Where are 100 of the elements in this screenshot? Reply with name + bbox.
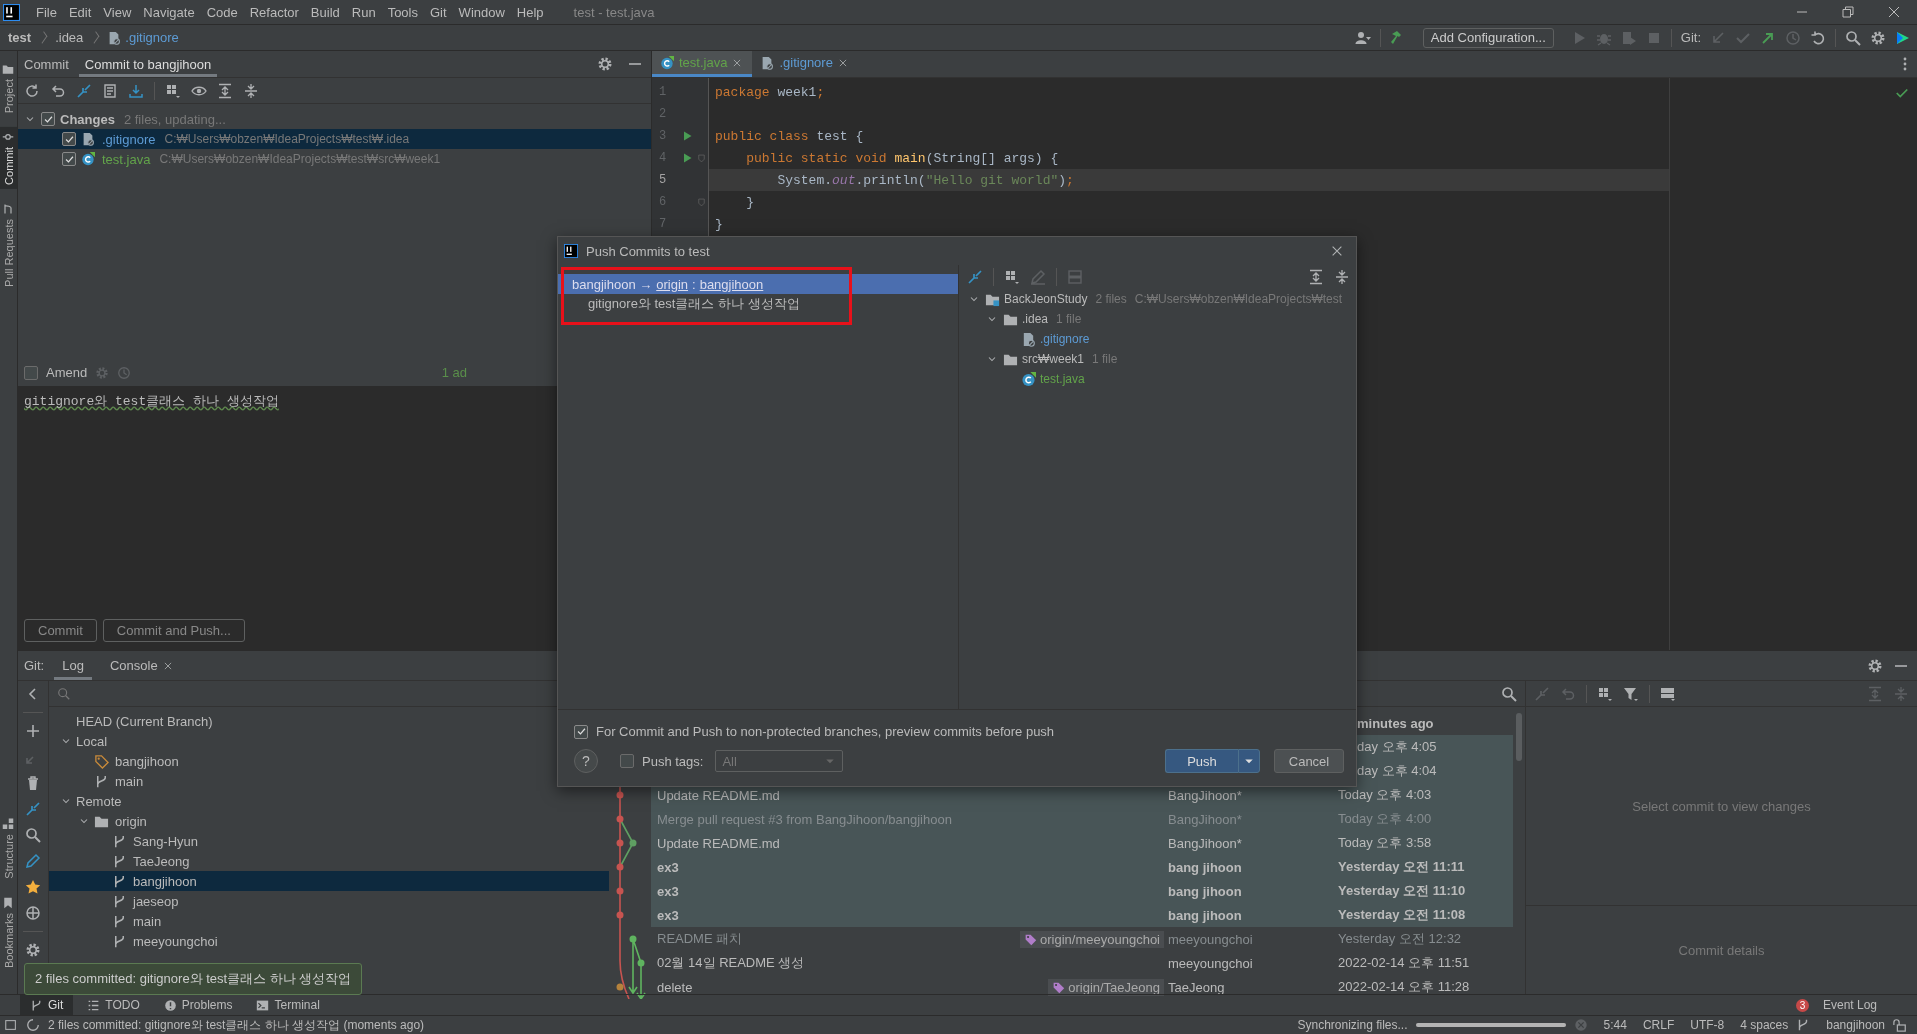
- branch-item[interactable]: meeyoungchoi: [49, 931, 228, 951]
- panel-toggle-icon[interactable]: [4, 1018, 18, 1032]
- menu-item[interactable]: Navigate: [137, 4, 201, 20]
- event-log-button[interactable]: Event Log: [1812, 995, 1887, 1015]
- commit-subject[interactable]: ex3: [657, 907, 679, 923]
- expand-all-icon[interactable]: [1308, 269, 1324, 285]
- menu-item[interactable]: Refactor: [243, 4, 305, 20]
- lock-icon[interactable]: [1893, 1018, 1907, 1032]
- branch-item[interactable]: TaeJeong: [49, 851, 200, 871]
- menu-item[interactable]: File: [30, 4, 63, 20]
- breadcrumb-item[interactable]: .gitignore: [125, 30, 179, 45]
- add-icon[interactable]: [25, 723, 41, 739]
- branch-link[interactable]: bangjihoon: [699, 276, 764, 292]
- menu-item[interactable]: Build: [304, 4, 346, 20]
- side-tab[interactable]: Structure: [0, 814, 17, 883]
- diff-icon[interactable]: [102, 82, 118, 99]
- fetch-icon[interactable]: [76, 82, 92, 99]
- commit-button[interactable]: Commit and Push...: [102, 619, 245, 642]
- remote-folder[interactable]: origin: [49, 811, 157, 831]
- commit-subject[interactable]: Update README.md: [657, 787, 780, 803]
- rollback-icon[interactable]: [1810, 29, 1826, 46]
- collapse-all-icon[interactable]: [243, 82, 259, 99]
- settings-icon[interactable]: [25, 942, 41, 958]
- fetch-icon[interactable]: [967, 269, 983, 285]
- tool-window-tab[interactable]: Git: [20, 995, 74, 1015]
- amend-checkbox[interactable]: [24, 365, 38, 380]
- branch-item[interactable]: bangjihoon: [49, 871, 609, 891]
- push-button[interactable]: Push: [1165, 749, 1238, 773]
- breadcrumb-item[interactable]: test: [8, 30, 32, 45]
- status-item[interactable]: 5:44: [1603, 1018, 1627, 1032]
- edit-icon[interactable]: [25, 853, 41, 869]
- group-by-icon[interactable]: [1597, 685, 1613, 702]
- checkbox[interactable]: [62, 152, 76, 166]
- settings-icon[interactable]: [597, 56, 613, 72]
- breadcrumb-item[interactable]: .idea: [55, 30, 84, 45]
- menu-item[interactable]: Tools: [381, 4, 424, 20]
- menu-item[interactable]: Window: [452, 4, 511, 20]
- close-icon[interactable]: [837, 57, 848, 68]
- search-icon[interactable]: [1501, 685, 1517, 702]
- panel-tab[interactable]: Commit to bangjihoon: [78, 51, 218, 77]
- rollback-icon[interactable]: [50, 82, 66, 99]
- close-icon[interactable]: [732, 57, 743, 68]
- file-tree-row[interactable]: .gitignore: [959, 329, 1356, 349]
- configuration-button[interactable]: Add Configuration...: [1422, 27, 1554, 48]
- close-icon[interactable]: [1886, 4, 1902, 20]
- branch-widget[interactable]: bangjihoon: [1826, 1018, 1885, 1032]
- settings-icon[interactable]: [1867, 657, 1883, 674]
- menu-item[interactable]: Code: [200, 4, 244, 20]
- commit-subject[interactable]: ex3: [657, 883, 679, 899]
- search-icon[interactable]: [57, 686, 71, 701]
- branch-item[interactable]: Sang-Hyun: [49, 831, 209, 851]
- tool-window-tab[interactable]: TODO: [77, 995, 150, 1015]
- locate-icon[interactable]: [25, 905, 41, 921]
- help-button[interactable]: ?: [574, 749, 598, 773]
- cancel-button[interactable]: Cancel: [1274, 749, 1344, 773]
- tool-window-tab[interactable]: Problems: [153, 995, 243, 1015]
- push-target-row[interactable]: bangjihoon → origin : bangjihoon: [558, 274, 958, 294]
- dropdown-button[interactable]: [1238, 749, 1260, 773]
- side-tab[interactable]: Project: [0, 59, 17, 118]
- run-icon[interactable]: [681, 130, 694, 142]
- layout-icon[interactable]: [1660, 685, 1676, 702]
- branch-group[interactable]: Remote: [49, 791, 132, 811]
- collapse-all-icon[interactable]: [1334, 269, 1350, 285]
- menu-item[interactable]: View: [97, 4, 138, 20]
- refresh-icon[interactable]: [24, 82, 40, 99]
- group-by-icon[interactable]: [165, 82, 181, 99]
- search-icon[interactable]: [25, 827, 41, 843]
- fetch-icon[interactable]: [25, 801, 41, 817]
- restore-icon[interactable]: [1840, 4, 1856, 20]
- user-icon[interactable]: [1354, 29, 1371, 46]
- checkbox[interactable]: [41, 112, 55, 126]
- remote-link[interactable]: origin: [656, 276, 689, 292]
- file-tree-row[interactable]: .idea 1 file: [959, 309, 1356, 329]
- status-item[interactable]: 4 spaces: [1740, 1018, 1789, 1032]
- panel-tab[interactable]: Commit: [18, 51, 75, 77]
- branch-item[interactable]: jaeseop: [49, 891, 189, 911]
- shelve-icon[interactable]: [128, 82, 144, 99]
- task-label[interactable]: Synchronizing files...: [1297, 1018, 1408, 1032]
- side-tab[interactable]: Pull Requests: [0, 199, 17, 291]
- side-tab[interactable]: Bookmarks: [0, 892, 17, 972]
- commit-button[interactable]: Commit: [24, 619, 97, 642]
- tool-tab[interactable]: Console: [101, 651, 181, 680]
- checkbox[interactable]: [62, 132, 76, 146]
- delete-icon[interactable]: [25, 775, 41, 791]
- checkbox[interactable]: [574, 724, 588, 739]
- menu-item[interactable]: Run: [345, 4, 382, 20]
- run-icon[interactable]: [681, 152, 694, 164]
- branch-item[interactable]: bangjihoon: [49, 751, 189, 771]
- settings-icon[interactable]: [1870, 29, 1886, 46]
- filter-icon[interactable]: [1623, 685, 1639, 702]
- status-item[interactable]: CRLF: [1642, 1018, 1675, 1032]
- close-icon[interactable]: [1330, 244, 1344, 258]
- search-icon[interactable]: [1845, 29, 1861, 46]
- commit-subject[interactable]: 02월 14일 README 생성: [657, 955, 805, 970]
- tool-tab[interactable]: Log: [54, 651, 92, 680]
- group-by-icon[interactable]: [1004, 269, 1020, 285]
- menu-item[interactable]: Edit: [62, 4, 98, 20]
- file-tree-row[interactable]: BackJeonStudy 2 files C:₩Users₩obzen₩IdeaProjects₩test: [959, 289, 1356, 309]
- push-tags-checkbox[interactable]: [620, 754, 634, 768]
- branch-item[interactable]: main: [49, 911, 172, 931]
